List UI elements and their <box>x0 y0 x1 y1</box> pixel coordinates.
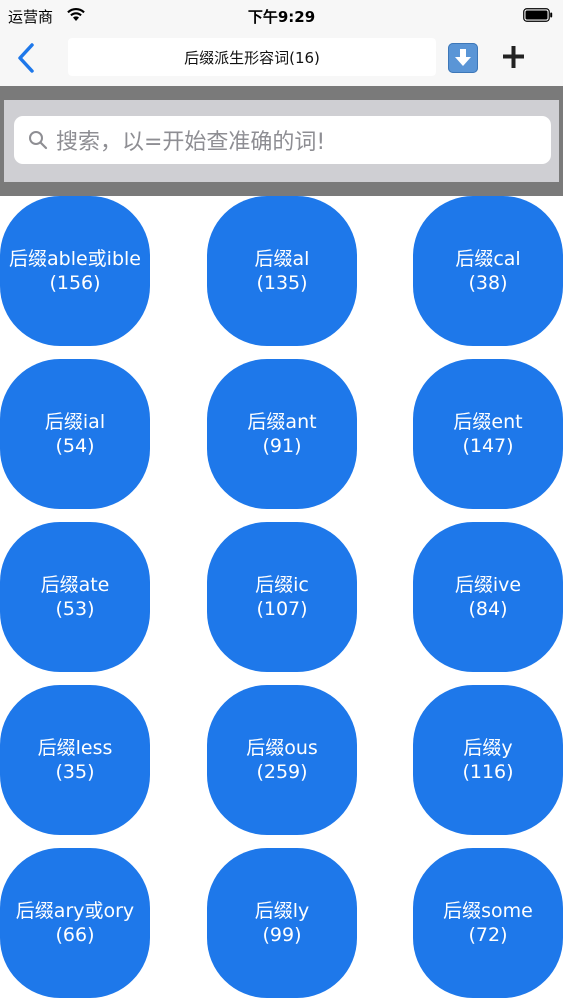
status-bar: 运营商 下午9:29 <box>0 0 563 30</box>
add-button[interactable] <box>500 42 528 72</box>
page-title: 后缀派生形容词(16) <box>68 38 436 76</box>
suffix-label: 后缀ate <box>40 574 110 596</box>
search-input[interactable]: 搜索，以=开始查准确的词! <box>14 116 551 164</box>
suffix-count: (53) <box>55 598 95 620</box>
suffix-label: 后缀less <box>37 737 113 759</box>
suffix-label: 后缀ent <box>453 411 523 433</box>
suffix-count: (38) <box>468 272 508 294</box>
suffix-label: 后缀ant <box>247 411 317 433</box>
suffix-count: (147) <box>462 435 514 457</box>
suffix-category-button[interactable]: 后缀ate (53) <box>0 522 150 672</box>
suffix-label: 后缀ial <box>44 411 106 433</box>
suffix-label: 后缀some <box>443 900 533 922</box>
status-time: 下午9:29 <box>247 8 316 26</box>
suffix-label: 后缀y <box>463 737 513 759</box>
suffix-count: (54) <box>55 435 95 457</box>
suffix-count: (156) <box>49 272 101 294</box>
search-placeholder: 搜索，以=开始查准确的词! <box>56 130 326 155</box>
suffix-category-button[interactable]: 后缀able或ible (156) <box>0 196 150 346</box>
suffix-count: (35) <box>55 761 95 783</box>
back-chevron-icon[interactable] <box>14 42 38 74</box>
suffix-count: (259) <box>256 761 308 783</box>
suffix-count: (84) <box>468 598 508 620</box>
suffix-category-button[interactable]: 后缀ant (91) <box>207 359 357 509</box>
suffix-category-button[interactable]: 后缀ous (259) <box>207 685 357 835</box>
suffix-category-button[interactable]: 后缀ic (107) <box>207 522 357 672</box>
suffix-category-button[interactable]: 后缀al (135) <box>207 196 357 346</box>
suffix-label: 后缀ous <box>246 737 318 759</box>
suffix-category-button[interactable]: 后缀less (35) <box>0 685 150 835</box>
suffix-category-button[interactable]: 后缀ary或ory (66) <box>0 848 150 998</box>
suffix-label: 后缀ly <box>254 900 310 922</box>
suffix-category-button[interactable]: 后缀some (72) <box>413 848 563 998</box>
suffix-count: (107) <box>256 598 308 620</box>
suffix-label: 后缀cal <box>455 248 521 270</box>
suffix-label: 后缀ive <box>454 574 522 596</box>
suffix-category-button[interactable]: 后缀ive (84) <box>413 522 563 672</box>
suffix-count: (135) <box>256 272 308 294</box>
download-icon <box>455 49 471 66</box>
suffix-label: 后缀al <box>254 248 310 270</box>
suffix-category-button[interactable]: 后缀ial (54) <box>0 359 150 509</box>
search-band: 搜索，以=开始查准确的词! <box>4 100 559 182</box>
suffix-category-button[interactable]: 后缀ly (99) <box>207 848 357 998</box>
suffix-grid: 后缀able或ible (156) 后缀al (135) 后缀cal (38) 后缀ial(… <box>0 196 563 1000</box>
suffix-label: 后缀able或ible <box>9 248 141 270</box>
suffix-count: (91) <box>262 435 302 457</box>
suffix-count: (72) <box>468 924 508 946</box>
suffix-count: (99) <box>262 924 302 946</box>
suffix-count: (116) <box>462 761 514 783</box>
suffix-count: (66) <box>55 924 95 946</box>
suffix-category-button[interactable]: 后缀ent (147) <box>413 359 563 509</box>
suffix-category-button[interactable]: 后缀cal (38) <box>413 196 563 346</box>
navigation-bar: 后缀派生形容词(16) <box>0 30 563 86</box>
download-button[interactable] <box>448 43 478 73</box>
battery-icon <box>523 8 553 22</box>
suffix-label: 后缀ic <box>255 574 309 596</box>
search-container: 搜索，以=开始查准确的词! <box>0 86 563 196</box>
search-icon <box>29 131 48 150</box>
suffix-category-button[interactable]: 后缀y (116) <box>413 685 563 835</box>
suffix-label: 后缀ary或ory <box>15 900 135 922</box>
